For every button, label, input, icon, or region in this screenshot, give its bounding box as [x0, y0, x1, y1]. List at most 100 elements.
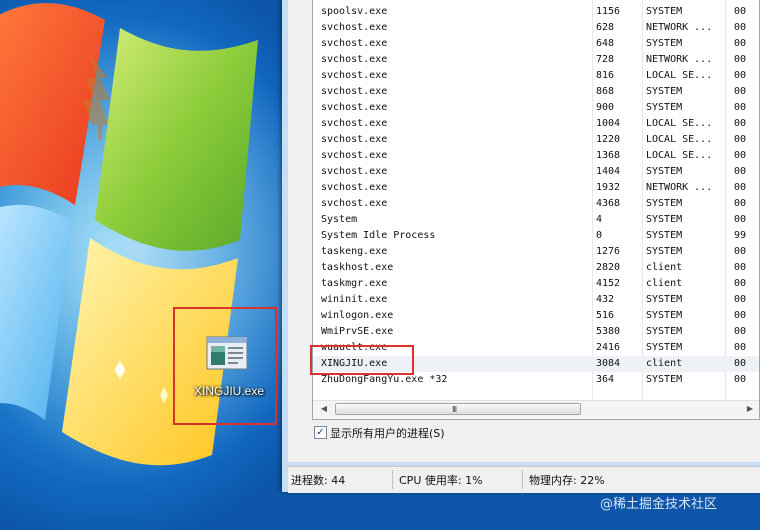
process-pid-cell: 1220: [596, 134, 621, 145]
table-row[interactable]: svchost.exe 628 NETWORK ... 00: [313, 20, 759, 36]
process-user-cell: LOCAL SE...: [646, 70, 713, 81]
process-cpu-cell: 00: [734, 70, 747, 81]
horizontal-scrollbar[interactable]: ◀ III ▶: [313, 400, 759, 418]
process-pid-cell: 364: [596, 374, 615, 385]
process-pid-cell: 516: [596, 310, 615, 321]
process-name-cell: svchost.exe: [321, 134, 388, 145]
show-all-users-checkbox[interactable]: ✓: [314, 426, 327, 439]
process-pid-cell: 1368: [596, 150, 621, 161]
process-pid-cell: 1932: [596, 182, 621, 193]
table-row[interactable]: svchost.exe 1932 NETWORK ... 00: [313, 180, 759, 196]
process-cpu-cell: 00: [734, 6, 747, 17]
process-user-cell: SYSTEM: [646, 38, 683, 49]
table-row[interactable]: svchost.exe 868 SYSTEM 00: [313, 84, 759, 100]
process-name-cell: svchost.exe: [321, 102, 388, 113]
status-process-count: 进程数: 44: [291, 474, 346, 487]
process-cpu-cell: 00: [734, 214, 747, 225]
process-user-cell: NETWORK ...: [646, 54, 713, 65]
process-name-cell: taskeng.exe: [321, 246, 388, 257]
process-cpu-cell: 00: [734, 342, 747, 353]
process-pid-cell: 5380: [596, 326, 621, 337]
table-row[interactable]: wininit.exe 432 SYSTEM 00: [313, 292, 759, 308]
process-pid-cell: 648: [596, 38, 615, 49]
process-name-cell: svchost.exe: [321, 118, 388, 129]
process-user-cell: SYSTEM: [646, 294, 683, 305]
annotation-box-icon: [173, 307, 277, 425]
table-row[interactable]: taskeng.exe 1276 SYSTEM 00: [313, 244, 759, 260]
table-row[interactable]: taskmgr.exe 4152 client 00: [313, 276, 759, 292]
show-all-users-label: 显示所有用户的进程(S): [330, 427, 445, 440]
process-name-cell: svchost.exe: [321, 86, 388, 97]
process-cpu-cell: 00: [734, 246, 747, 257]
process-pid-cell: 2820: [596, 262, 621, 273]
scroll-left-icon[interactable]: ◀: [317, 403, 331, 415]
process-name-cell: spoolsv.exe: [321, 6, 388, 17]
process-user-cell: SYSTEM: [646, 310, 683, 321]
process-cpu-cell: 00: [734, 22, 747, 33]
process-name-cell: svchost.exe: [321, 22, 388, 33]
process-user-cell: client: [646, 262, 683, 273]
process-pid-cell: 4152: [596, 278, 621, 289]
process-pid-cell: 3084: [596, 358, 621, 369]
process-user-cell: SYSTEM: [646, 326, 683, 337]
process-name-cell: winlogon.exe: [321, 310, 394, 321]
watermark: @稀土掘金技术社区: [600, 497, 718, 512]
process-name-cell: svchost.exe: [321, 150, 388, 161]
process-cpu-cell: 00: [734, 102, 747, 113]
table-row[interactable]: svchost.exe 4368 SYSTEM 00: [313, 196, 759, 212]
process-cpu-cell: 00: [734, 134, 747, 145]
process-user-cell: NETWORK ...: [646, 182, 713, 193]
process-pid-cell: 900: [596, 102, 615, 113]
process-user-cell: client: [646, 278, 683, 289]
process-pid-cell: 868: [596, 86, 615, 97]
table-row[interactable]: svchost.exe 1368 LOCAL SE... 00: [313, 148, 759, 164]
scroll-thumb[interactable]: III: [335, 403, 581, 415]
process-user-cell: SYSTEM: [646, 6, 683, 17]
status-divider: [522, 470, 523, 489]
process-pid-cell: 432: [596, 294, 615, 305]
table-row[interactable]: svchost.exe 900 SYSTEM 00: [313, 100, 759, 116]
process-cpu-cell: 00: [734, 326, 747, 337]
process-name-cell: svchost.exe: [321, 182, 388, 193]
process-pid-cell: 628: [596, 22, 615, 33]
table-row[interactable]: taskhost.exe 2820 client 00: [313, 260, 759, 276]
process-cpu-cell: 00: [734, 310, 747, 321]
process-pid-cell: 1404: [596, 166, 621, 177]
process-cpu-cell: 00: [734, 150, 747, 161]
process-user-cell: LOCAL SE...: [646, 134, 713, 145]
table-row[interactable]: svchost.exe 1404 SYSTEM 00: [313, 164, 759, 180]
table-row[interactable]: System Idle Process 0 SYSTEM 99: [313, 228, 759, 244]
process-cpu-cell: 00: [734, 294, 747, 305]
process-name-cell: ZhuDongFangYu.exe *32: [321, 374, 448, 385]
status-bar: 进程数: 44 CPU 使用率: 1% 物理内存: 22%: [288, 466, 760, 493]
table-row[interactable]: WmiPrvSE.exe 5380 SYSTEM 00: [313, 324, 759, 340]
process-cpu-cell: 00: [734, 38, 747, 49]
process-pid-cell: 4368: [596, 198, 621, 209]
process-user-cell: client: [646, 358, 683, 369]
process-name-cell: taskhost.exe: [321, 262, 394, 273]
status-cpu-usage: CPU 使用率: 1%: [399, 474, 483, 487]
process-user-cell: NETWORK ...: [646, 22, 713, 33]
process-user-cell: SYSTEM: [646, 166, 683, 177]
table-row[interactable]: svchost.exe 648 SYSTEM 00: [313, 36, 759, 52]
process-user-cell: SYSTEM: [646, 86, 683, 97]
process-pid-cell: 1156: [596, 6, 621, 17]
table-row[interactable]: winlogon.exe 516 SYSTEM 00: [313, 308, 759, 324]
process-name-cell: wininit.exe: [321, 294, 388, 305]
table-row[interactable]: svchost.exe 728 NETWORK ... 00: [313, 52, 759, 68]
table-row[interactable]: svchost.exe 1220 LOCAL SE... 00: [313, 132, 759, 148]
process-name-cell: System Idle Process: [321, 230, 436, 241]
table-row[interactable]: svchost.exe 816 LOCAL SE... 00: [313, 68, 759, 84]
process-pid-cell: 1004: [596, 118, 621, 129]
scroll-right-icon[interactable]: ▶: [743, 403, 757, 415]
table-row[interactable]: svchost.exe 1004 LOCAL SE... 00: [313, 116, 759, 132]
annotation-box-process: [310, 345, 414, 375]
table-row[interactable]: spoolsv.exe 1156 SYSTEM 00: [313, 4, 759, 20]
process-name-cell: WmiPrvSE.exe: [321, 326, 394, 337]
process-user-cell: SYSTEM: [646, 102, 683, 113]
process-user-cell: SYSTEM: [646, 214, 683, 225]
process-pid-cell: 0: [596, 230, 603, 241]
process-name-cell: System: [321, 214, 358, 225]
table-row[interactable]: System 4 SYSTEM 00: [313, 212, 759, 228]
process-cpu-cell: 00: [734, 262, 747, 273]
